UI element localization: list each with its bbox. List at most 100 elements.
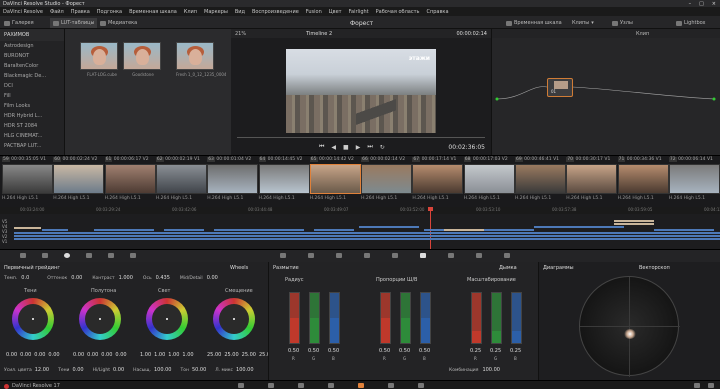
video-frame[interactable]: этажи	[286, 49, 436, 133]
lut-thumb[interactable]: Goodstone	[123, 42, 163, 77]
blur-value[interactable]: 0.25	[510, 348, 521, 354]
color-wheel[interactable]	[79, 298, 121, 340]
wheel-value[interactable]: 0.00	[34, 352, 45, 358]
timeline-tracks[interactable]	[14, 217, 720, 247]
wheel-center-dot[interactable]	[233, 318, 235, 320]
fusion-page-icon[interactable]	[328, 383, 334, 388]
menu-item[interactable]: Справка	[426, 9, 448, 15]
timeline-clip[interactable]	[14, 235, 720, 237]
tracker-icon[interactable]	[392, 253, 398, 258]
stop-icon[interactable]: ■	[343, 144, 349, 151]
blur-value[interactable]: 0.50	[288, 348, 299, 354]
edit-page-icon[interactable]	[298, 383, 304, 388]
curves-icon[interactable]	[280, 253, 286, 258]
lut-folder-item[interactable]: PACTBAP LUT...	[0, 141, 64, 151]
menu-item[interactable]: Воспроизведение	[252, 9, 299, 15]
blur-slider-r[interactable]	[289, 292, 300, 344]
timeline-clip[interactable]	[534, 226, 624, 228]
lut-folder-item[interactable]: HDR Hybrid L...	[0, 111, 64, 121]
blur-slider-g[interactable]	[309, 292, 320, 344]
close-icon[interactable]: ×	[712, 1, 716, 7]
hdr-icon[interactable]	[108, 253, 114, 258]
wheel-value[interactable]: 0.00	[48, 352, 59, 358]
wheel-value[interactable]: 1.00	[140, 352, 151, 358]
window-icon[interactable]	[364, 253, 370, 258]
lummix-value[interactable]: 100.00	[236, 367, 254, 373]
timeline-clip[interactable]	[14, 238, 720, 240]
timeline-clip[interactable]	[359, 226, 419, 228]
blur-slider-b[interactable]	[329, 292, 340, 344]
menu-item[interactable]: Временная шкала	[129, 9, 177, 15]
clip-thumbnail[interactable]	[53, 164, 105, 194]
timeline-clip[interactable]	[94, 229, 154, 231]
timeline-clip[interactable]	[614, 220, 654, 222]
key-icon[interactable]	[448, 253, 454, 258]
skip-back-icon[interactable]: ⏮	[319, 143, 324, 151]
middetail-value[interactable]: 0.00	[207, 275, 218, 281]
scrubber-track[interactable]	[237, 137, 485, 138]
clip-thumbnail[interactable]	[412, 164, 464, 194]
camera-raw-icon[interactable]	[20, 253, 26, 258]
scope-mode-select[interactable]: Векторскоп	[639, 265, 670, 271]
timeline-ruler[interactable]: 00:03:24:00 00:03:29:24 00:03:42:06 00:03:4…	[0, 207, 720, 214]
clip-thumbnail[interactable]	[207, 164, 259, 194]
rewind-icon[interactable]: ◀	[331, 144, 336, 151]
timeline-clip[interactable]	[14, 232, 720, 234]
qualifier-icon[interactable]	[336, 253, 342, 258]
maximize-icon[interactable]: □	[699, 1, 704, 7]
timeline-button[interactable]: Временная шкала	[506, 20, 562, 26]
wheel-value[interactable]: 1.00	[154, 352, 165, 358]
menu-item[interactable]: Fusion	[306, 9, 322, 15]
timeline-clip[interactable]	[654, 229, 714, 231]
timeline-clip[interactable]	[444, 229, 484, 231]
blur-value[interactable]: 0.50	[399, 348, 410, 354]
media-button[interactable]: Медиатека	[100, 20, 137, 26]
fairlight-page-icon[interactable]	[388, 383, 394, 388]
lut-folder-item[interactable]: Blackmagic De...	[0, 71, 64, 81]
menu-item[interactable]: Подгонка	[97, 9, 122, 15]
rgb-mixer-icon[interactable]	[86, 253, 92, 258]
wheel-value[interactable]: 1.00	[168, 352, 179, 358]
clip-thumbnail[interactable]	[155, 164, 207, 194]
temp-value[interactable]: 0.0	[21, 275, 29, 281]
blur-icon[interactable]	[420, 253, 426, 258]
timeline-name[interactable]: Timeline 2	[306, 31, 332, 37]
boost-value[interactable]: 12.00	[35, 367, 49, 373]
wheel-value[interactable]: 0.00	[115, 352, 126, 358]
blur-slider-r[interactable]	[471, 292, 482, 344]
skip-forward-icon[interactable]: ⏭	[367, 143, 372, 151]
clip-thumbnail[interactable]	[2, 164, 53, 194]
timeline-clip[interactable]	[214, 229, 304, 231]
clip-thumbnail[interactable]	[463, 164, 515, 194]
lut-thumb[interactable]: FLAT-LOG.cube	[80, 42, 124, 77]
timeline-clip[interactable]	[14, 227, 41, 229]
timeline-clip[interactable]	[614, 223, 654, 225]
clip-thumbnail[interactable]	[617, 164, 669, 194]
timeline-clip[interactable]	[42, 229, 68, 231]
clip-thumbnail[interactable]	[258, 164, 310, 194]
color-warper-icon[interactable]	[308, 253, 314, 258]
wheel-value[interactable]: 25.00	[207, 352, 221, 358]
color-page-icon[interactable]	[358, 383, 364, 388]
cut-page-icon[interactable]	[268, 383, 274, 388]
wheel-value[interactable]: 1.00	[182, 352, 193, 358]
sizing-icon[interactable]	[476, 253, 482, 258]
clip-thumbnail[interactable]	[515, 164, 566, 194]
lut-folder-item[interactable]: Film Looks	[0, 101, 64, 111]
color-match-icon[interactable]	[42, 253, 48, 258]
clip-thumbnail[interactable]	[104, 164, 156, 194]
zoom-level[interactable]: 21%	[235, 31, 246, 37]
loop-icon[interactable]: ↻	[380, 144, 385, 151]
contrast-value[interactable]: 1.000	[119, 275, 133, 281]
wheel-value[interactable]: 0.00	[73, 352, 84, 358]
3d-icon[interactable]	[504, 253, 510, 258]
motion-effects-icon[interactable]	[130, 253, 136, 258]
playhead-handle[interactable]	[428, 207, 433, 211]
color-node[interactable]: 01	[547, 78, 573, 97]
wheel-value[interactable]: 25.00	[242, 352, 256, 358]
lut-thumb[interactable]: Fresh 1_0_12_1235_0004	[176, 42, 226, 77]
wheels-mode-select[interactable]: Wheels	[230, 265, 248, 271]
home-icon[interactable]	[694, 383, 700, 388]
menu-item[interactable]: Маркеры	[204, 9, 228, 15]
lut-folder-item[interactable]: HLG CINEMAT...	[0, 131, 64, 141]
